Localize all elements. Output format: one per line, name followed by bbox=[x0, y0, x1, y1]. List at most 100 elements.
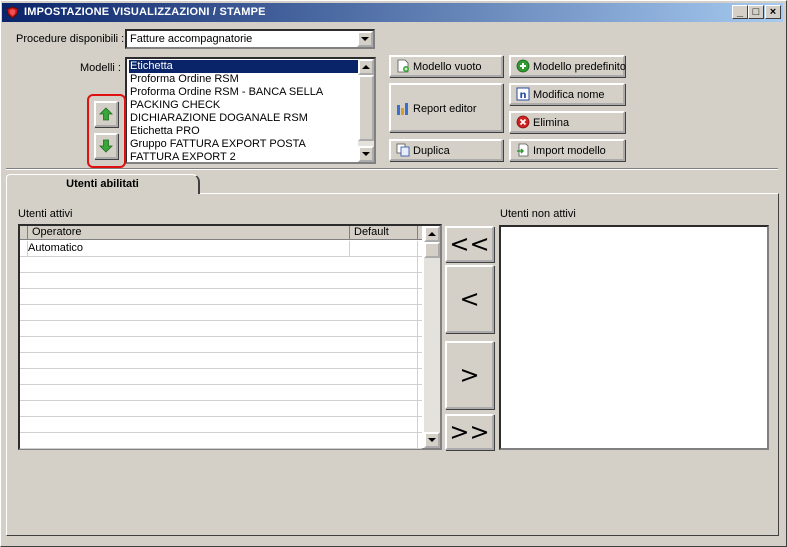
elimina-label: Elimina bbox=[533, 117, 570, 129]
minimize-button[interactable]: _ bbox=[732, 5, 748, 19]
report-editor-label: Report editor bbox=[413, 103, 477, 115]
column-header-default[interactable]: Default bbox=[350, 226, 418, 240]
models-list[interactable]: Etichetta Proforma Ordine RSM Proforma O… bbox=[125, 57, 376, 164]
chevron-up-icon bbox=[362, 65, 370, 69]
table-row[interactable] bbox=[20, 257, 422, 273]
app-shield-icon bbox=[6, 6, 19, 19]
modello-vuoto-button[interactable]: Modello vuoto bbox=[389, 55, 503, 77]
scroll-down-button[interactable] bbox=[358, 146, 374, 162]
cell-default[interactable] bbox=[350, 433, 418, 448]
title-bar[interactable]: IMPOSTAZIONE VISUALIZZAZIONI / STAMPE _ … bbox=[2, 3, 783, 22]
move-right-button[interactable]: > bbox=[445, 341, 494, 409]
add-circle-icon bbox=[516, 59, 530, 73]
cell-default[interactable] bbox=[350, 289, 418, 304]
elimina-button[interactable]: Elimina bbox=[509, 111, 625, 133]
rename-icon: n bbox=[516, 87, 530, 101]
move-left-button[interactable]: < bbox=[445, 265, 494, 333]
scroll-thumb[interactable] bbox=[358, 75, 374, 141]
svg-text:n: n bbox=[519, 90, 526, 101]
cell-operatore[interactable]: Automatico bbox=[22, 241, 350, 256]
active-users-grid[interactable]: Operatore Default Automatico bbox=[18, 224, 442, 450]
table-row[interactable] bbox=[20, 273, 422, 289]
procedure-label: Procedure disponibili : bbox=[16, 33, 125, 45]
row-indicator-header bbox=[20, 226, 28, 240]
utenti-non-attivi-label: Utenti non attivi bbox=[500, 208, 576, 220]
table-row[interactable] bbox=[20, 305, 422, 321]
list-item[interactable]: FATTURA EXPORT 2 bbox=[129, 151, 360, 162]
chevron-up-icon bbox=[428, 232, 436, 236]
cell-default[interactable] bbox=[350, 337, 418, 352]
table-row[interactable] bbox=[20, 433, 422, 449]
list-item[interactable]: PACKING CHECK bbox=[129, 99, 360, 112]
arrow-down-icon bbox=[99, 139, 113, 153]
duplica-label: Duplica bbox=[413, 145, 450, 157]
list-item[interactable]: DICHIARAZIONE DOGANALE RSM bbox=[129, 112, 360, 125]
cell-default[interactable] bbox=[350, 353, 418, 368]
chevron-down-icon bbox=[361, 37, 369, 41]
cell-default[interactable] bbox=[350, 241, 418, 256]
list-item[interactable]: Gruppo FATTURA EXPORT POSTA bbox=[129, 138, 360, 151]
report-editor-icon bbox=[397, 103, 408, 115]
table-row[interactable] bbox=[20, 353, 422, 369]
scroll-up-button[interactable] bbox=[424, 226, 440, 242]
chevron-down-icon bbox=[362, 152, 370, 156]
models-scrollbar[interactable] bbox=[358, 59, 374, 162]
import-modello-button[interactable]: Import modello bbox=[509, 139, 625, 161]
modello-predefinito-button[interactable]: Modello predefinito bbox=[509, 55, 626, 77]
maximize-button[interactable]: □ bbox=[748, 5, 764, 19]
cell-default[interactable] bbox=[350, 369, 418, 384]
table-row[interactable] bbox=[20, 417, 422, 433]
scroll-thumb[interactable] bbox=[424, 242, 440, 258]
procedure-select[interactable]: Fatture accompagnatorie bbox=[125, 29, 375, 49]
cell-default[interactable] bbox=[350, 385, 418, 400]
report-editor-button[interactable]: Report editor bbox=[389, 83, 503, 132]
modello-vuoto-label: Modello vuoto bbox=[413, 61, 482, 73]
table-row[interactable] bbox=[20, 321, 422, 337]
list-item[interactable]: Proforma Ordine RSM bbox=[129, 73, 360, 86]
move-all-left-button[interactable]: << bbox=[445, 226, 494, 262]
arrow-up-icon bbox=[99, 107, 113, 121]
cell-default[interactable] bbox=[350, 305, 418, 320]
list-item[interactable]: Proforma Ordine RSM - BANCA SELLA bbox=[129, 86, 360, 99]
list-item[interactable]: Etichetta bbox=[129, 60, 360, 73]
modello-predefinito-label: Modello predefinito bbox=[533, 61, 626, 73]
duplica-button[interactable]: Duplica bbox=[389, 139, 503, 161]
delete-icon bbox=[516, 115, 530, 129]
cell-default[interactable] bbox=[350, 417, 418, 432]
move-up-button[interactable] bbox=[94, 101, 118, 127]
move-down-button[interactable] bbox=[94, 133, 118, 159]
duplicate-icon bbox=[396, 143, 410, 157]
move-all-right-button[interactable]: >> bbox=[445, 414, 494, 450]
procedure-dropdown-button[interactable] bbox=[357, 31, 373, 47]
cell-default[interactable] bbox=[350, 273, 418, 288]
close-button[interactable]: × bbox=[765, 5, 781, 19]
column-header-operatore[interactable]: Operatore bbox=[28, 226, 350, 240]
tab-utenti-abilitati[interactable]: Utenti abilitati bbox=[6, 174, 200, 194]
grid-scrollbar[interactable] bbox=[424, 226, 440, 448]
modifica-nome-label: Modifica nome bbox=[533, 89, 605, 101]
inactive-users-list[interactable] bbox=[499, 225, 769, 450]
import-modello-label: Import modello bbox=[533, 145, 606, 157]
table-row[interactable] bbox=[20, 401, 422, 417]
table-row[interactable]: Automatico bbox=[20, 241, 422, 257]
procedure-selected-value: Fatture accompagnatorie bbox=[130, 33, 253, 45]
table-row[interactable] bbox=[20, 289, 422, 305]
chevron-down-icon bbox=[428, 438, 436, 442]
table-row[interactable] bbox=[20, 337, 422, 353]
table-row[interactable] bbox=[20, 369, 422, 385]
list-item[interactable]: Etichetta PRO bbox=[129, 125, 360, 138]
scroll-up-button[interactable] bbox=[358, 59, 374, 75]
cell-default[interactable] bbox=[350, 321, 418, 336]
models-label: Modelli : bbox=[80, 62, 121, 74]
table-row[interactable] bbox=[20, 385, 422, 401]
grid-header: Operatore Default bbox=[20, 226, 422, 240]
cell-default[interactable] bbox=[350, 257, 418, 272]
cell-default[interactable] bbox=[350, 401, 418, 416]
utenti-attivi-label: Utenti attivi bbox=[18, 208, 73, 220]
new-document-icon bbox=[397, 59, 409, 73]
import-icon bbox=[517, 143, 529, 157]
separator bbox=[6, 169, 778, 170]
modifica-nome-button[interactable]: n Modifica nome bbox=[509, 83, 625, 105]
scroll-down-button[interactable] bbox=[424, 432, 440, 448]
window-title: IMPOSTAZIONE VISUALIZZAZIONI / STAMPE bbox=[24, 6, 266, 18]
